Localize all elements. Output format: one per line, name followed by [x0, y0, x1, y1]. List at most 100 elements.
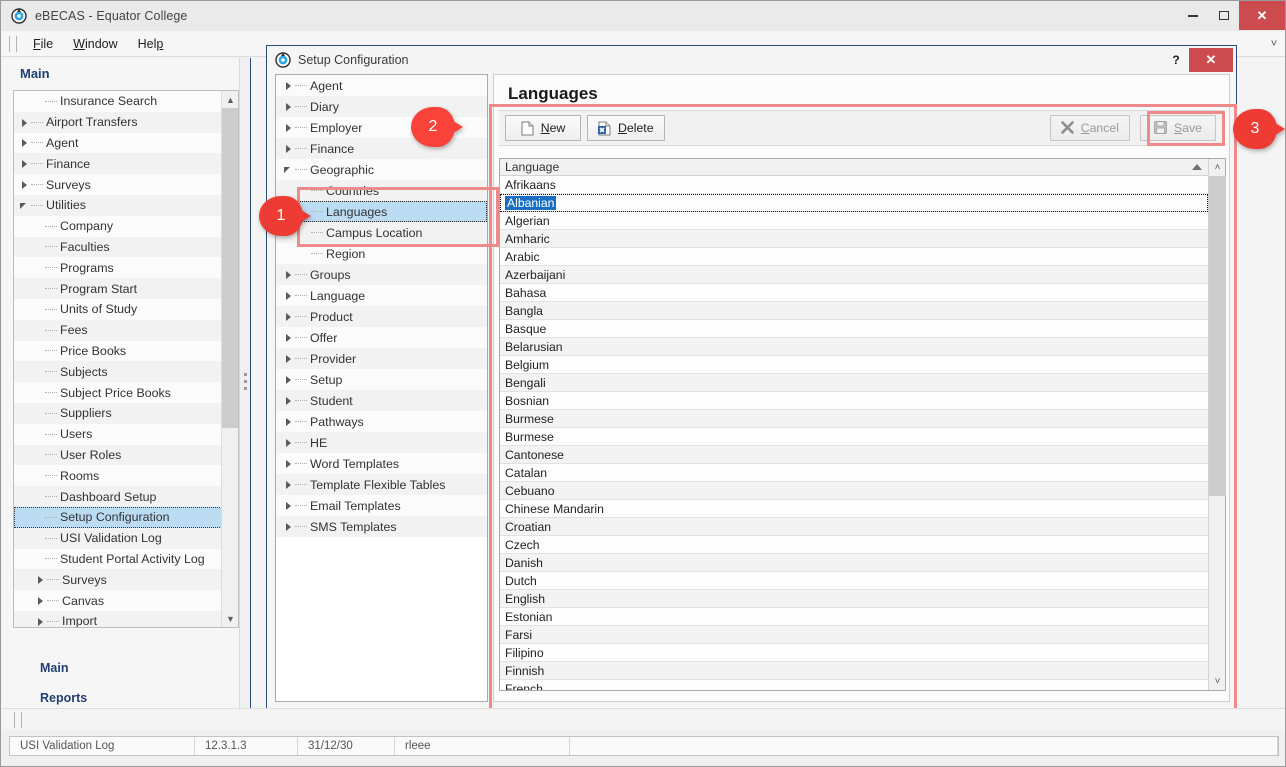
chevron-right-icon[interactable] [20, 180, 29, 189]
chevron-right-icon[interactable] [284, 312, 293, 321]
table-row[interactable]: Dutch [500, 572, 1208, 590]
table-row[interactable]: Cantonese [500, 446, 1208, 464]
table-row[interactable]: Estonian [500, 608, 1208, 626]
minimize-button[interactable] [1177, 1, 1208, 30]
sidebar-item-surveys[interactable]: Surveys [14, 174, 222, 195]
grid-scroll-thumb[interactable] [1209, 176, 1226, 496]
table-row[interactable]: Czech [500, 536, 1208, 554]
table-row[interactable]: Afrikaans [500, 176, 1208, 194]
sidebar-item-surveys[interactable]: Surveys [14, 569, 222, 590]
sidebar-item-usi-validation-log[interactable]: USI Validation Log [14, 528, 222, 549]
table-row[interactable]: Azerbaijani [500, 266, 1208, 284]
close-button[interactable]: ✕ [1239, 1, 1285, 30]
save-button[interactable]: Save [1140, 115, 1216, 141]
sidebar-item-programs[interactable]: Programs [14, 257, 222, 278]
chevron-right-icon[interactable] [284, 396, 293, 405]
sidebar-item-user-roles[interactable]: User Roles [14, 445, 222, 466]
config-tree-item-region[interactable]: Region [276, 243, 487, 264]
sidebar-item-utilities[interactable]: Utilities [14, 195, 222, 216]
config-tree-item-student[interactable]: Student [276, 390, 487, 411]
new-button[interactable]: New [505, 115, 581, 141]
config-tree-item-word-templates[interactable]: Word Templates [276, 453, 487, 474]
scroll-up-icon[interactable]: ▲ [222, 91, 239, 108]
sidebar-scrollbar[interactable]: ▲ ▼ [221, 91, 238, 627]
sidebar-item-student-portal-activity-log[interactable]: Student Portal Activity Log [14, 549, 222, 570]
sidebar-item-fees[interactable]: Fees [14, 320, 222, 341]
menu-grip-handle[interactable] [9, 36, 17, 52]
chevron-right-icon[interactable] [284, 417, 293, 426]
table-row[interactable]: Danish [500, 554, 1208, 572]
table-row[interactable]: Chinese Mandarin [500, 500, 1208, 518]
config-tree-item-groups[interactable]: Groups [276, 264, 487, 285]
table-row[interactable]: Algerian [500, 212, 1208, 230]
chevron-right-icon[interactable] [284, 144, 293, 153]
chevron-down-icon[interactable] [20, 201, 29, 210]
chevron-right-icon[interactable] [36, 617, 45, 626]
chevron-right-icon[interactable] [36, 596, 45, 605]
table-row[interactable]: Burmese [500, 410, 1208, 428]
chevron-right-icon[interactable] [284, 291, 293, 300]
table-row[interactable]: Croatian [500, 518, 1208, 536]
grid-column-header[interactable]: Language [500, 159, 1208, 176]
sidebar-link-main[interactable]: Main [2, 653, 240, 683]
chevron-right-icon[interactable] [284, 81, 293, 90]
table-row[interactable]: Arabic [500, 248, 1208, 266]
bottom-grip-handle[interactable] [14, 712, 22, 728]
sidebar-tree[interactable]: Insurance SearchAirport TransfersAgentFi… [13, 90, 239, 628]
table-row[interactable]: Bengali [500, 374, 1208, 392]
table-row[interactable]: Farsi [500, 626, 1208, 644]
config-tree-item-offer[interactable]: Offer [276, 327, 487, 348]
sidebar-item-program-start[interactable]: Program Start [14, 278, 222, 299]
table-row[interactable]: Filipino [500, 644, 1208, 662]
menu-file[interactable]: File [23, 34, 63, 54]
sidebar-item-finance[interactable]: Finance [14, 153, 222, 174]
table-row[interactable]: English [500, 590, 1208, 608]
config-tree-item-email-templates[interactable]: Email Templates [276, 495, 487, 516]
sidebar-item-setup-configuration[interactable]: Setup Configuration [14, 507, 222, 528]
cancel-button[interactable]: Cancel [1050, 115, 1130, 141]
chevron-right-icon[interactable] [284, 270, 293, 279]
config-tree-item-language[interactable]: Language [276, 285, 487, 306]
sidebar-item-insurance-search[interactable]: Insurance Search [14, 91, 222, 112]
dialog-close-button[interactable]: ✕ [1189, 48, 1233, 72]
mdi-scroll-down-icon[interactable]: ˅ [1266, 36, 1282, 52]
table-row[interactable]: Belarusian [500, 338, 1208, 356]
sidebar-item-users[interactable]: Users [14, 424, 222, 445]
sidebar-item-canvas[interactable]: Canvas [14, 590, 222, 611]
chevron-right-icon[interactable] [284, 354, 293, 363]
table-row[interactable]: Burmese [500, 428, 1208, 446]
chevron-right-icon[interactable] [284, 501, 293, 510]
table-row[interactable]: Bosnian [500, 392, 1208, 410]
table-row[interactable]: Albanian [500, 194, 1208, 212]
config-tree-item-agent[interactable]: Agent [276, 75, 487, 96]
chevron-right-icon[interactable] [284, 333, 293, 342]
grid-scroll-down-icon[interactable]: ˅ [1209, 673, 1226, 690]
table-row[interactable]: Finnish [500, 662, 1208, 680]
config-tree-item-he[interactable]: HE [276, 432, 487, 453]
table-row[interactable]: French [500, 680, 1208, 690]
maximize-button[interactable] [1208, 1, 1239, 30]
chevron-right-icon[interactable] [36, 575, 45, 584]
grid-vertical-scrollbar[interactable]: ˄ ˅ [1208, 159, 1225, 690]
config-tree-item-pathways[interactable]: Pathways [276, 411, 487, 432]
table-row[interactable]: Cebuano [500, 482, 1208, 500]
chevron-right-icon[interactable] [284, 102, 293, 111]
languages-grid[interactable]: Language AfrikaansAlbanianAlgerianAmhari… [499, 158, 1226, 691]
table-row[interactable]: Catalan [500, 464, 1208, 482]
sidebar-item-rooms[interactable]: Rooms [14, 465, 222, 486]
config-tree-item-setup[interactable]: Setup [276, 369, 487, 390]
sidebar-item-agent[interactable]: Agent [14, 133, 222, 154]
chevron-right-icon[interactable] [20, 118, 29, 127]
chevron-down-icon[interactable] [284, 165, 293, 174]
delete-button[interactable]: Delete [587, 115, 665, 141]
sidebar-item-company[interactable]: Company [14, 216, 222, 237]
chevron-right-icon[interactable] [284, 123, 293, 132]
help-button[interactable]: ? [1163, 47, 1189, 73]
config-tree-item-geographic[interactable]: Geographic [276, 159, 487, 180]
table-row[interactable]: Bangla [500, 302, 1208, 320]
chevron-right-icon[interactable] [20, 159, 29, 168]
menu-window[interactable]: Window [63, 34, 127, 54]
sidebar-item-airport-transfers[interactable]: Airport Transfers [14, 112, 222, 133]
sidebar-item-subject-price-books[interactable]: Subject Price Books [14, 382, 222, 403]
config-tree-item-template-flexible-tables[interactable]: Template Flexible Tables [276, 474, 487, 495]
